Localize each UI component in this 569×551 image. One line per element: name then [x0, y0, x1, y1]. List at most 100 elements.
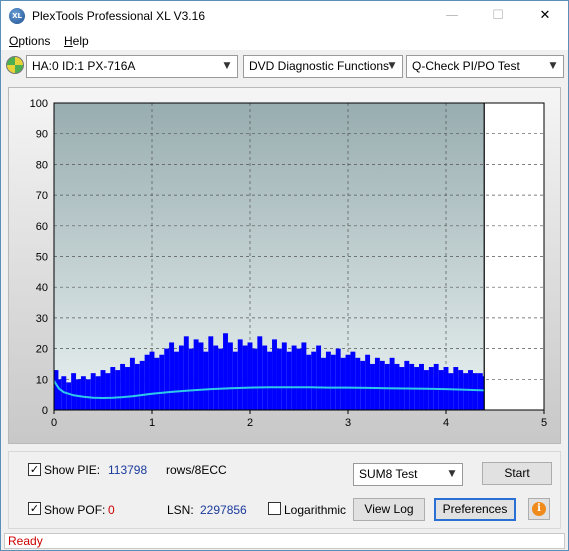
menu-help[interactable]: Help: [64, 34, 89, 48]
pi-bar: [105, 373, 111, 410]
menu-options-label: ptions: [18, 34, 51, 48]
preferences-button[interactable]: Preferences: [434, 498, 516, 521]
test-select[interactable]: Q-Check PI/PO Test ▼: [406, 55, 564, 78]
rows-unit-label: rows/8ECC: [166, 463, 227, 477]
pi-bar: [56, 379, 62, 410]
function-select-value: DVD Diagnostic Functions: [249, 59, 390, 73]
pi-bar: [291, 345, 297, 410]
drive-select[interactable]: HA:0 ID:1 PX-716A ▼: [26, 55, 238, 78]
pi-bar: [340, 357, 346, 410]
x-tick-label: 5: [541, 417, 547, 429]
pi-bar: [330, 354, 336, 410]
pi-bar: [100, 370, 106, 410]
pi-bar: [174, 351, 179, 410]
pi-bar: [384, 363, 390, 410]
pi-bar: [218, 348, 224, 410]
pi-bar: [301, 342, 307, 410]
y-tick-label: 50: [36, 252, 48, 264]
pi-bar: [213, 345, 219, 410]
pi-bar: [85, 379, 91, 410]
status-text: Ready: [4, 533, 565, 549]
show-pie-checkbox[interactable]: ✓: [28, 463, 41, 476]
window-title: PlexTools Professional XL V3.16: [32, 9, 205, 23]
logarithmic-checkbox[interactable]: [268, 502, 281, 515]
pi-bar: [66, 382, 72, 410]
function-select[interactable]: DVD Diagnostic Functions ▼: [243, 55, 403, 78]
pi-bar: [325, 351, 331, 410]
x-tick-label: 1: [149, 417, 155, 429]
menu-bar: Options Help: [1, 31, 568, 51]
pi-bar: [223, 333, 228, 410]
pi-bar: [110, 367, 116, 410]
pi-bar: [350, 351, 356, 410]
y-tick-label: 90: [36, 129, 48, 141]
pi-po-chart: 0 10 20 30 40 50 60 70 80 90 100 0 1 2 3 4 5: [30, 98, 547, 429]
x-tick-label: 2: [247, 417, 253, 429]
pi-bar: [193, 339, 199, 410]
start-button[interactable]: Start: [482, 462, 552, 485]
menu-options-mnemonic: O: [9, 34, 19, 48]
info-icon: i: [532, 502, 546, 516]
pi-bar: [267, 351, 273, 410]
pi-bar: [120, 363, 126, 410]
pi-bar: [164, 348, 170, 410]
status-bar: Ready: [1, 532, 568, 550]
close-button[interactable]: ✕: [522, 1, 568, 31]
pi-bar: [321, 357, 326, 410]
pi-bar: [95, 376, 101, 410]
sum-test-select[interactable]: SUM8 Test ▼: [353, 463, 463, 486]
show-pie-label: Show PIE:: [44, 463, 101, 477]
pi-bar: [125, 367, 130, 410]
pi-bar: [316, 345, 322, 410]
pi-bar: [247, 342, 253, 410]
show-pof-checkbox[interactable]: ✓: [28, 502, 41, 515]
chevron-down-icon: ▼: [223, 61, 231, 71]
pi-bar: [296, 348, 302, 410]
pi-bar: [379, 360, 385, 410]
pi-bar: [419, 363, 424, 410]
chart-area: 0 10 20 30 40 50 60 70 80 90 100 0 1 2 3 4 5: [8, 87, 561, 444]
pi-bar: [183, 336, 189, 410]
menu-options[interactable]: Options: [9, 34, 50, 48]
pi-bar: [80, 376, 86, 410]
y-tick-label: 70: [36, 190, 48, 202]
app-window: XL PlexTools Professional XL V3.16 — ☐ ✕…: [0, 0, 569, 551]
y-tick-label: 40: [36, 282, 48, 294]
y-tick-label: 20: [36, 344, 48, 356]
pi-bar: [463, 373, 469, 410]
pi-bar: [144, 354, 150, 410]
pi-bar: [286, 351, 292, 410]
menu-help-label: elp: [72, 34, 89, 48]
pi-bar: [423, 370, 429, 410]
pi-bar: [272, 339, 277, 410]
y-tick-label: 60: [36, 221, 48, 233]
pi-bar: [198, 342, 204, 410]
view-log-button[interactable]: View Log: [353, 498, 425, 521]
x-tick-label: 4: [443, 417, 449, 429]
y-tick-label: 30: [36, 313, 48, 325]
x-tick-label: 0: [51, 417, 57, 429]
pi-bar: [149, 351, 155, 410]
pi-bar: [227, 342, 233, 410]
pi-bar: [71, 373, 77, 410]
pi-bar: [252, 348, 258, 410]
y-tick-label: 80: [36, 159, 48, 171]
pi-bar: [169, 342, 175, 410]
pi-bar: [242, 345, 248, 410]
menu-help-mnemonic: H: [64, 34, 73, 48]
minimize-button[interactable]: —: [429, 1, 475, 31]
y-tick-label: 0: [42, 405, 48, 417]
logarithmic-label: Logarithmic: [284, 503, 347, 517]
pi-bar: [374, 357, 380, 410]
pof-value: 0: [108, 503, 115, 517]
pi-bar: [76, 379, 81, 410]
test-select-value: Q-Check PI/PO Test: [412, 59, 520, 73]
pi-bar: [232, 351, 238, 410]
y-tick-label: 100: [30, 98, 48, 110]
pi-bar: [276, 348, 282, 410]
pi-bar: [404, 360, 410, 410]
pi-bar: [365, 354, 371, 410]
info-button[interactable]: i: [528, 498, 550, 520]
pi-bar: [257, 336, 263, 410]
maximize-button[interactable]: ☐: [475, 1, 521, 31]
